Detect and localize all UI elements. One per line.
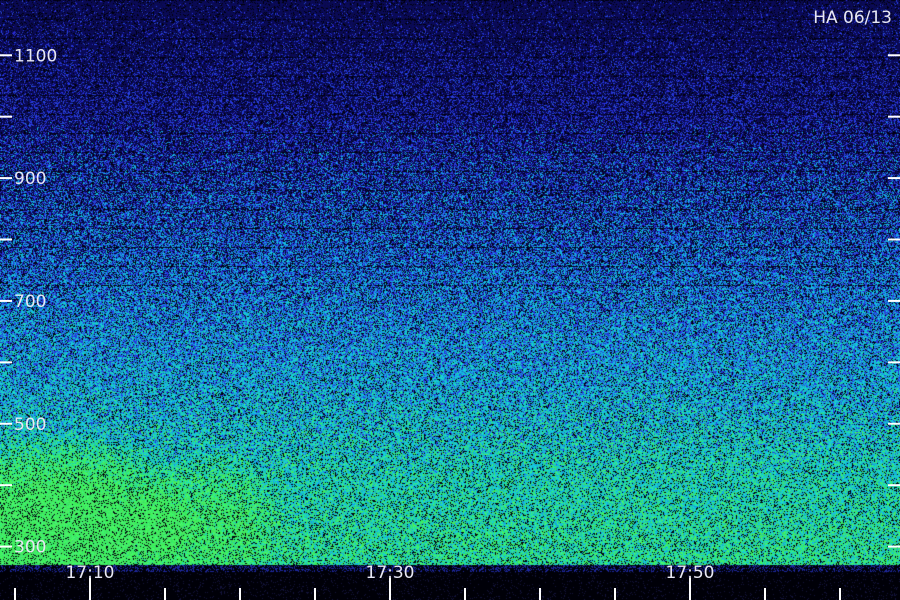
spectrogram-chart: 1100 900 700 500 300 17:10 17:30 17:50 HA 06/1…: [0, 0, 900, 600]
y-tick-label-500: 500: [14, 415, 46, 435]
y-tick-label-300: 300: [14, 538, 46, 558]
chart-title: HA 06/13: [813, 8, 892, 28]
chart-overlay: 1100 900 700 500 300 17:10 17:30 17:50 HA 06/1…: [0, 8, 900, 600]
y-axis: 1100 900 700 500 300: [0, 46, 900, 558]
x-axis: 17:10 17:30 17:50: [14, 563, 841, 600]
x-tick-label-17:50: 17:50: [666, 563, 715, 583]
x-tick-label-17:30: 17:30: [366, 563, 415, 583]
y-tick-label-1100: 1100: [14, 46, 57, 66]
x-tick-label-17:10: 17:10: [66, 563, 115, 583]
y-tick-label-900: 900: [14, 169, 46, 189]
y-tick-label-700: 700: [14, 292, 46, 312]
